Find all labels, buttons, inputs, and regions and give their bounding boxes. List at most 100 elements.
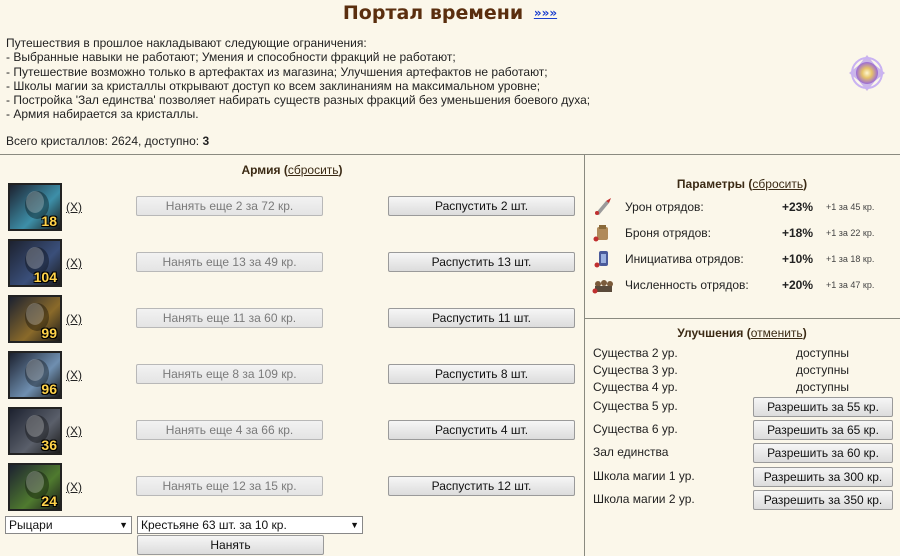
remove-unit-link[interactable]: (X)	[66, 368, 82, 382]
params-title: Параметры (сбросить)	[584, 177, 900, 191]
upgrade-label: Существа 3 ур.	[593, 363, 678, 377]
param-row: Инициатива отрядов: +10% +1 за 18 кр.	[592, 248, 892, 270]
param-value: +23%	[782, 200, 814, 214]
param-label: Инициатива отрядов:	[625, 252, 744, 266]
remove-unit-link[interactable]: (X)	[66, 256, 82, 270]
unit-count: 104	[33, 269, 57, 285]
unit-row: 104 (X) Нанять еще 13 за 49 кр. Распустить …	[8, 239, 578, 289]
armor-icon[interactable]	[592, 222, 614, 242]
faction-select-value: Рыцари	[9, 518, 53, 532]
upgrade-label: Существа 2 ур.	[593, 346, 678, 360]
hire-more-button[interactable]: Нанять еще 8 за 109 кр.	[136, 364, 323, 384]
params-reset-link[interactable]: сбросить	[752, 177, 803, 191]
unit-count: 99	[41, 325, 57, 341]
upgrade-row: Существа 6 ур. Разрешить за 65 кр.	[593, 420, 893, 440]
hire-more-button[interactable]: Нанять еще 2 за 72 кр.	[136, 196, 323, 216]
allow-upgrade-button[interactable]: Разрешить за 350 кр.	[753, 490, 893, 510]
upgrade-row: Школа магии 1 ур. Разрешить за 300 кр.	[593, 467, 893, 487]
dismiss-button[interactable]: Распустить 8 шт.	[388, 364, 575, 384]
initiative-icon[interactable]	[592, 248, 614, 268]
upgrades-title: Улучшения (отменить)	[584, 326, 900, 340]
remove-unit-link[interactable]: (X)	[66, 480, 82, 494]
hire-more-button[interactable]: Нанять еще 13 за 49 кр.	[136, 252, 323, 272]
unit-row: 18 (X) Нанять еще 2 за 72 кр. Распустить 2 …	[8, 183, 578, 233]
upgrade-row: Школа магии 2 ур. Разрешить за 350 кр.	[593, 490, 893, 510]
dismiss-button[interactable]: Распустить 11 шт.	[388, 308, 575, 328]
unit-portrait[interactable]: 99	[8, 295, 62, 343]
upgrade-label: Школа магии 2 ур.	[593, 492, 695, 506]
unit-portrait[interactable]: 36	[8, 407, 62, 455]
crystals-label: Всего кристаллов: 2624, доступно:	[6, 134, 203, 148]
upgrade-status: доступны	[796, 363, 850, 377]
faction-select[interactable]: Рыцари ▼	[5, 516, 132, 534]
unit-count: 24	[41, 493, 57, 509]
unit-count: 18	[41, 213, 57, 229]
remove-unit-link[interactable]: (X)	[66, 424, 82, 438]
unit-row: 36 (X) Нанять еще 4 за 66 кр. Распустить 4 …	[8, 407, 578, 457]
unit-portrait[interactable]: 18	[8, 183, 62, 231]
portal-icon	[849, 55, 885, 91]
hire-more-button[interactable]: Нанять еще 4 за 66 кр.	[136, 420, 323, 440]
remove-unit-link[interactable]: (X)	[66, 200, 82, 214]
dismiss-button[interactable]: Распустить 4 шт.	[388, 420, 575, 440]
unit-count: 96	[41, 381, 57, 397]
army-title-text: Армия	[241, 163, 281, 177]
dismiss-button[interactable]: Распустить 12 шт.	[388, 476, 575, 496]
param-cost: +1 за 22 кр.	[826, 228, 875, 238]
remove-unit-link[interactable]: (X)	[66, 312, 82, 326]
param-cost: +1 за 45 кр.	[826, 202, 875, 212]
upgrade-label: Школа магии 1 ур.	[593, 469, 695, 483]
param-value: +20%	[782, 278, 814, 292]
unit-portrait[interactable]: 104	[8, 239, 62, 287]
param-label: Численность отрядов:	[625, 278, 749, 292]
unit-row: 24 (X) Нанять еще 12 за 15 кр. Распустить 1…	[8, 463, 578, 513]
army-reset-link[interactable]: сбросить	[288, 163, 339, 177]
dismiss-button[interactable]: Распустить 13 шт.	[388, 252, 575, 272]
allow-upgrade-button[interactable]: Разрешить за 60 кр.	[753, 443, 893, 463]
param-label: Урон отрядов:	[625, 200, 704, 214]
hire-more-button[interactable]: Нанять еще 12 за 15 кр.	[136, 476, 323, 496]
divider	[0, 154, 900, 155]
restrictions-text: Путешествия в прошлое накладывают следую…	[6, 36, 826, 122]
allow-upgrade-button[interactable]: Разрешить за 55 кр.	[753, 397, 893, 417]
upgrades-cancel-link[interactable]: отменить	[751, 326, 803, 340]
dismiss-button[interactable]: Распустить 2 шт.	[388, 196, 575, 216]
upgrade-row: Зал единства Разрешить за 60 кр.	[593, 443, 893, 463]
paren: (	[743, 326, 751, 340]
paren: (	[280, 163, 288, 177]
restriction-line: - Постройка 'Зал единства' позволяет наб…	[6, 93, 591, 108]
params-title-text: Параметры	[676, 177, 746, 191]
hire-more-button[interactable]: Нанять еще 11 за 60 кр.	[136, 308, 323, 328]
param-row: Урон отрядов: +23% +1 за 45 кр.	[592, 196, 892, 218]
paren: )	[803, 177, 808, 191]
unit-portrait[interactable]: 96	[8, 351, 62, 399]
creature-select[interactable]: Крестьяне 63 шт. за 10 кр. ▼	[137, 516, 363, 534]
param-value: +18%	[782, 226, 814, 240]
upgrade-status: доступны	[796, 380, 850, 394]
crystals-available: 3	[202, 134, 210, 148]
hire-button[interactable]: Нанять	[137, 535, 324, 555]
paren: )	[802, 326, 807, 340]
divider	[584, 154, 585, 556]
param-cost: +1 за 47 кр.	[826, 280, 875, 290]
unit-count: 36	[41, 437, 57, 453]
restriction-line: Путешествия в прошлое накладывают следую…	[6, 36, 367, 50]
creature-select-value: Крестьяне 63 шт. за 10 кр.	[141, 518, 287, 532]
portal-more-link[interactable]: »»»	[534, 6, 557, 20]
param-cost: +1 за 18 кр.	[826, 254, 875, 264]
paren: )	[338, 163, 343, 177]
quantity-icon[interactable]	[592, 274, 614, 294]
allow-upgrade-button[interactable]: Разрешить за 300 кр.	[753, 467, 893, 487]
army-title: Армия (сбросить)	[0, 163, 584, 177]
damage-icon[interactable]	[592, 196, 614, 216]
upgrade-label: Существа 4 ур.	[593, 380, 678, 394]
param-row: Численность отрядов: +20% +1 за 47 кр.	[592, 274, 892, 296]
upgrade-status: доступны	[796, 346, 850, 360]
upgrade-row: Существа 5 ур. Разрешить за 55 кр.	[593, 397, 893, 417]
divider	[584, 318, 900, 319]
unit-portrait[interactable]: 24	[8, 463, 62, 511]
upgrade-row: Существа 4 ур. доступны	[593, 378, 893, 398]
allow-upgrade-button[interactable]: Разрешить за 65 кр.	[753, 420, 893, 440]
page-title: Портал времени »»»	[0, 2, 900, 24]
upgrade-label: Существа 5 ур.	[593, 399, 678, 413]
